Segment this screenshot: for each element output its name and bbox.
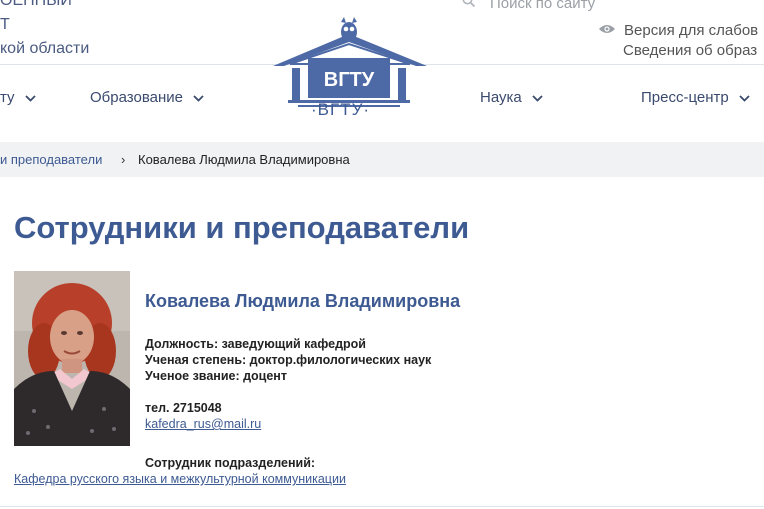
- nav-item-label: Образование: [90, 89, 183, 106]
- person-degree: Ученая степень: доктор.филологических на…: [145, 353, 432, 367]
- nav-item-about[interactable]: ту: [0, 89, 36, 106]
- search-input[interactable]: Поиск по сайту: [490, 0, 595, 12]
- content-divider: [0, 506, 764, 507]
- university-name-line-2: Т: [0, 16, 10, 33]
- nav-item-label: Пресс-центр: [641, 89, 729, 106]
- education-info-link[interactable]: Сведения об образ: [623, 42, 757, 59]
- chevron-down-icon: [532, 89, 543, 106]
- nav-item-label: ту: [0, 89, 15, 106]
- breadcrumb-parent-link[interactable]: и преподаватели: [0, 152, 102, 167]
- person-name: Ковалева Людмила Владимировна: [145, 291, 461, 311]
- breadcrumb-current: Ковалева Людмила Владимировна: [138, 152, 350, 167]
- search-icon[interactable]: [462, 0, 476, 12]
- breadcrumb: [0, 142, 764, 177]
- page-title: Сотрудники и преподаватели: [14, 210, 470, 245]
- logo-text: ·ВГТУ·: [311, 100, 371, 119]
- site-search[interactable]: Поиск по сайту: [462, 0, 595, 12]
- nav-item-press-center[interactable]: Пресс-центр: [641, 89, 750, 106]
- accessibility-label[interactable]: Версия для слабов: [624, 22, 758, 39]
- chevron-down-icon: [24, 89, 36, 106]
- university-name-line-1: ОЕННЫЙ: [0, 0, 72, 9]
- nav-item-label: Наука: [480, 89, 522, 106]
- accessibility-version-link[interactable]: Версия для слабов: [598, 22, 758, 39]
- nav-item-science[interactable]: Наука: [480, 89, 543, 106]
- nav-item-education[interactable]: Образование: [90, 89, 204, 106]
- person-position: Должность: заведующий кафедрой: [145, 337, 366, 351]
- person-photo: [14, 271, 130, 446]
- person-email-link[interactable]: kafedra_rus@mail.ru: [145, 417, 261, 431]
- department-link[interactable]: Кафедра русского языка и межкультурной к…: [14, 472, 346, 486]
- department-label: Сотрудник подразделений:: [145, 456, 316, 470]
- chevron-down-icon: [193, 89, 204, 106]
- breadcrumb-separator: ›: [121, 152, 126, 167]
- chevron-down-icon: [739, 89, 750, 106]
- eye-icon: [598, 22, 616, 39]
- svg-text:ВГТУ: ВГТУ: [324, 69, 375, 91]
- person-phone: тел. 2715048: [145, 401, 222, 415]
- university-name-line-3: кой области: [0, 40, 90, 57]
- person-academic-title: Ученое звание: доцент: [145, 369, 287, 383]
